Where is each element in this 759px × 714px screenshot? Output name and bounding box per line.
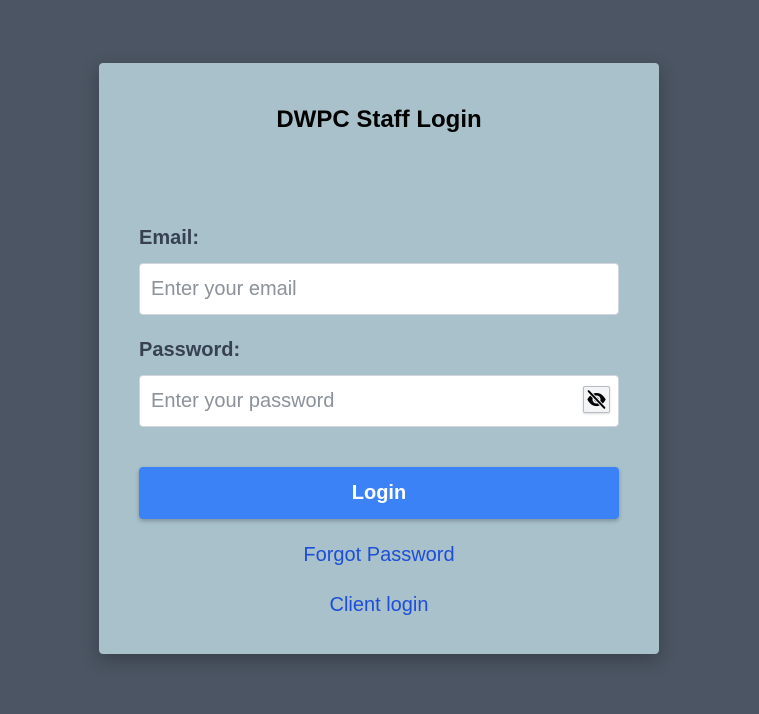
password-label: Password: [139, 339, 241, 361]
login-card: DWPC Staff Login Email: Password: Login … [99, 63, 659, 654]
toggle-password-visibility-button[interactable] [583, 386, 610, 413]
email-field-wrapper [139, 263, 619, 315]
forgot-password-link[interactable]: Forgot Password [139, 543, 619, 567]
email-label: Email: [139, 227, 200, 249]
email-field[interactable] [139, 263, 619, 315]
eye-slash-icon [586, 389, 607, 410]
login-button[interactable]: Login [139, 467, 619, 519]
password-field-wrapper [139, 375, 619, 427]
client-login-link[interactable]: Client login [139, 593, 619, 617]
page-title: DWPC Staff Login [276, 106, 482, 133]
password-field[interactable] [139, 375, 619, 427]
